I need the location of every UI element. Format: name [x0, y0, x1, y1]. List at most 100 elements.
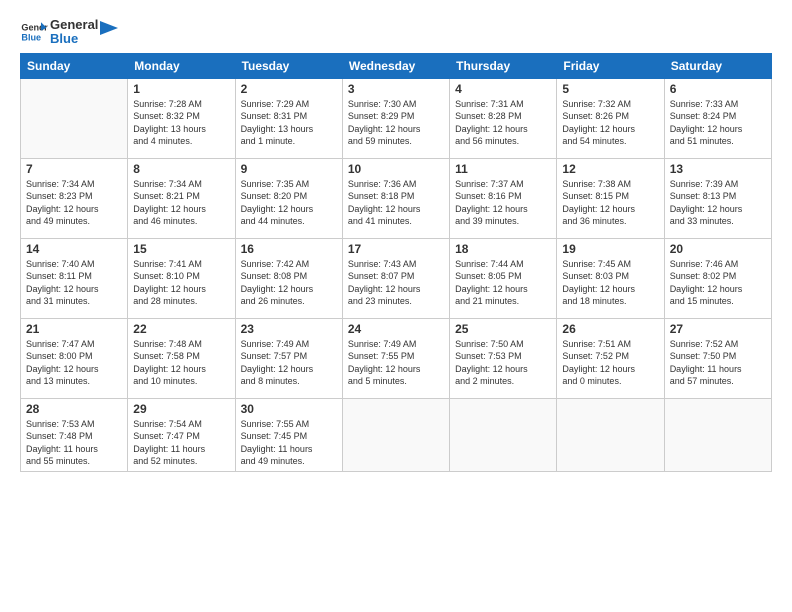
- day-number: 21: [26, 322, 122, 336]
- calendar-cell: 28 Sunrise: 7:53 AM Sunset: 7:48 PM Dayli…: [21, 398, 128, 471]
- day-number: 20: [670, 242, 766, 256]
- calendar-table: SundayMondayTuesdayWednesdayThursdayFrid…: [20, 53, 772, 472]
- day-info: Sunrise: 7:43 AM Sunset: 8:07 PM Dayligh…: [348, 258, 444, 308]
- logo-icon: General Blue: [20, 18, 48, 46]
- day-info: Sunrise: 7:50 AM Sunset: 7:53 PM Dayligh…: [455, 338, 551, 388]
- calendar-cell: 22 Sunrise: 7:48 AM Sunset: 7:58 PM Dayli…: [128, 318, 235, 398]
- day-info: Sunrise: 7:42 AM Sunset: 8:08 PM Dayligh…: [241, 258, 337, 308]
- calendar-cell: 27 Sunrise: 7:52 AM Sunset: 7:50 PM Dayli…: [664, 318, 771, 398]
- col-header-tuesday: Tuesday: [235, 53, 342, 78]
- day-info: Sunrise: 7:36 AM Sunset: 8:18 PM Dayligh…: [348, 178, 444, 228]
- calendar-cell: 2 Sunrise: 7:29 AM Sunset: 8:31 PM Daylig…: [235, 78, 342, 158]
- day-info: Sunrise: 7:52 AM Sunset: 7:50 PM Dayligh…: [670, 338, 766, 388]
- calendar-cell: 25 Sunrise: 7:50 AM Sunset: 7:53 PM Dayli…: [450, 318, 557, 398]
- day-number: 19: [562, 242, 658, 256]
- logo-text-general: General: [50, 18, 98, 32]
- day-info: Sunrise: 7:32 AM Sunset: 8:26 PM Dayligh…: [562, 98, 658, 148]
- day-info: Sunrise: 7:37 AM Sunset: 8:16 PM Dayligh…: [455, 178, 551, 228]
- calendar-cell: [664, 398, 771, 471]
- day-number: 11: [455, 162, 551, 176]
- calendar-cell: 29 Sunrise: 7:54 AM Sunset: 7:47 PM Dayli…: [128, 398, 235, 471]
- calendar-cell: [21, 78, 128, 158]
- calendar-cell: 9Sunrise: 7:35 AM Sunset: 8:20 PM Daylig…: [235, 158, 342, 238]
- logo-text-blue: Blue: [50, 32, 98, 46]
- calendar-cell: [557, 398, 664, 471]
- day-number: 5: [562, 82, 658, 96]
- day-number: 10: [348, 162, 444, 176]
- col-header-friday: Friday: [557, 53, 664, 78]
- logo-arrow-icon: [100, 17, 118, 39]
- col-header-thursday: Thursday: [450, 53, 557, 78]
- day-number: 2: [241, 82, 337, 96]
- day-info: Sunrise: 7:55 AM Sunset: 7:45 PM Dayligh…: [241, 418, 337, 468]
- calendar-cell: 11 Sunrise: 7:37 AM Sunset: 8:16 PM Dayli…: [450, 158, 557, 238]
- calendar-cell: 30 Sunrise: 7:55 AM Sunset: 7:45 PM Dayli…: [235, 398, 342, 471]
- calendar-cell: 16 Sunrise: 7:42 AM Sunset: 8:08 PM Dayli…: [235, 238, 342, 318]
- calendar-cell: 1 Sunrise: 7:28 AM Sunset: 8:32 PM Daylig…: [128, 78, 235, 158]
- day-info: Sunrise: 7:51 AM Sunset: 7:52 PM Dayligh…: [562, 338, 658, 388]
- calendar-cell: 17 Sunrise: 7:43 AM Sunset: 8:07 PM Dayli…: [342, 238, 449, 318]
- day-info: Sunrise: 7:28 AM Sunset: 8:32 PM Dayligh…: [133, 98, 229, 148]
- svg-text:Blue: Blue: [21, 33, 41, 43]
- col-header-wednesday: Wednesday: [342, 53, 449, 78]
- calendar-cell: 26 Sunrise: 7:51 AM Sunset: 7:52 PM Dayli…: [557, 318, 664, 398]
- day-info: Sunrise: 7:30 AM Sunset: 8:29 PM Dayligh…: [348, 98, 444, 148]
- calendar-cell: 8Sunrise: 7:34 AM Sunset: 8:21 PM Daylig…: [128, 158, 235, 238]
- calendar-cell: 20 Sunrise: 7:46 AM Sunset: 8:02 PM Dayli…: [664, 238, 771, 318]
- calendar-cell: [342, 398, 449, 471]
- calendar-cell: 12Sunrise: 7:38 AM Sunset: 8:15 PM Dayli…: [557, 158, 664, 238]
- day-number: 25: [455, 322, 551, 336]
- day-number: 13: [670, 162, 766, 176]
- day-number: 30: [241, 402, 337, 416]
- day-number: 9: [241, 162, 337, 176]
- day-info: Sunrise: 7:49 AM Sunset: 7:57 PM Dayligh…: [241, 338, 337, 388]
- calendar-cell: 21 Sunrise: 7:47 AM Sunset: 8:00 PM Dayli…: [21, 318, 128, 398]
- day-number: 23: [241, 322, 337, 336]
- day-info: Sunrise: 7:44 AM Sunset: 8:05 PM Dayligh…: [455, 258, 551, 308]
- calendar-cell: 13Sunrise: 7:39 AM Sunset: 8:13 PM Dayli…: [664, 158, 771, 238]
- day-number: 26: [562, 322, 658, 336]
- day-number: 18: [455, 242, 551, 256]
- col-header-saturday: Saturday: [664, 53, 771, 78]
- day-info: Sunrise: 7:48 AM Sunset: 7:58 PM Dayligh…: [133, 338, 229, 388]
- logo: General Blue General Blue: [20, 18, 118, 47]
- day-info: Sunrise: 7:33 AM Sunset: 8:24 PM Dayligh…: [670, 98, 766, 148]
- day-info: Sunrise: 7:47 AM Sunset: 8:00 PM Dayligh…: [26, 338, 122, 388]
- calendar-cell: 18 Sunrise: 7:44 AM Sunset: 8:05 PM Dayli…: [450, 238, 557, 318]
- day-info: Sunrise: 7:45 AM Sunset: 8:03 PM Dayligh…: [562, 258, 658, 308]
- day-info: Sunrise: 7:38 AM Sunset: 8:15 PM Dayligh…: [562, 178, 658, 228]
- day-number: 3: [348, 82, 444, 96]
- calendar-cell: 10 Sunrise: 7:36 AM Sunset: 8:18 PM Dayli…: [342, 158, 449, 238]
- day-number: 27: [670, 322, 766, 336]
- day-number: 29: [133, 402, 229, 416]
- calendar-cell: 3 Sunrise: 7:30 AM Sunset: 8:29 PM Daylig…: [342, 78, 449, 158]
- day-number: 14: [26, 242, 122, 256]
- day-number: 28: [26, 402, 122, 416]
- page-header: General Blue General Blue: [20, 18, 772, 47]
- day-number: 17: [348, 242, 444, 256]
- calendar-header-row: SundayMondayTuesdayWednesdayThursdayFrid…: [21, 53, 772, 78]
- calendar-cell: 5 Sunrise: 7:32 AM Sunset: 8:26 PM Daylig…: [557, 78, 664, 158]
- day-number: 8: [133, 162, 229, 176]
- col-header-monday: Monday: [128, 53, 235, 78]
- calendar-cell: 19 Sunrise: 7:45 AM Sunset: 8:03 PM Dayli…: [557, 238, 664, 318]
- col-header-sunday: Sunday: [21, 53, 128, 78]
- day-info: Sunrise: 7:31 AM Sunset: 8:28 PM Dayligh…: [455, 98, 551, 148]
- calendar-cell: 23 Sunrise: 7:49 AM Sunset: 7:57 PM Dayli…: [235, 318, 342, 398]
- calendar-cell: 6 Sunrise: 7:33 AM Sunset: 8:24 PM Daylig…: [664, 78, 771, 158]
- day-number: 6: [670, 82, 766, 96]
- calendar-cell: [450, 398, 557, 471]
- day-info: Sunrise: 7:53 AM Sunset: 7:48 PM Dayligh…: [26, 418, 122, 468]
- day-number: 22: [133, 322, 229, 336]
- day-info: Sunrise: 7:41 AM Sunset: 8:10 PM Dayligh…: [133, 258, 229, 308]
- calendar-cell: 14 Sunrise: 7:40 AM Sunset: 8:11 PM Dayli…: [21, 238, 128, 318]
- day-info: Sunrise: 7:40 AM Sunset: 8:11 PM Dayligh…: [26, 258, 122, 308]
- day-info: Sunrise: 7:54 AM Sunset: 7:47 PM Dayligh…: [133, 418, 229, 468]
- day-info: Sunrise: 7:46 AM Sunset: 8:02 PM Dayligh…: [670, 258, 766, 308]
- day-number: 15: [133, 242, 229, 256]
- day-number: 1: [133, 82, 229, 96]
- day-info: Sunrise: 7:34 AM Sunset: 8:23 PM Dayligh…: [26, 178, 122, 228]
- day-info: Sunrise: 7:29 AM Sunset: 8:31 PM Dayligh…: [241, 98, 337, 148]
- day-number: 16: [241, 242, 337, 256]
- day-info: Sunrise: 7:49 AM Sunset: 7:55 PM Dayligh…: [348, 338, 444, 388]
